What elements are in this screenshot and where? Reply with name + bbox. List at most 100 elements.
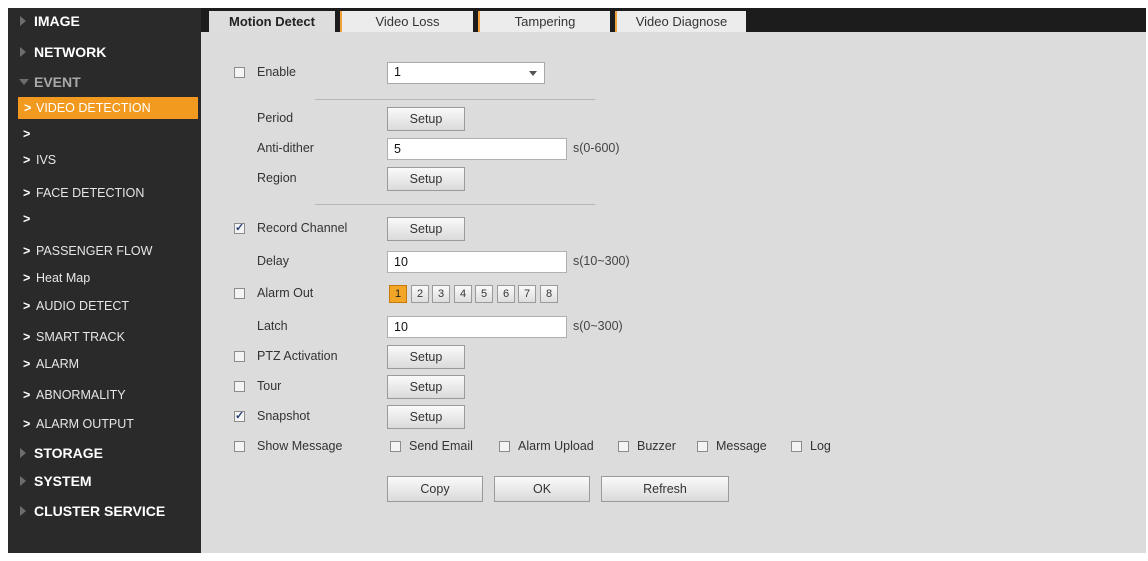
- antidither-input[interactable]: [387, 138, 567, 160]
- alarm-channel-button[interactable]: 3: [432, 285, 450, 303]
- delay-label: Delay: [257, 254, 289, 268]
- collapsed-triangle-icon: [20, 448, 26, 458]
- message-label: Message: [716, 439, 767, 453]
- log-label: Log: [810, 439, 831, 453]
- sidebar-item-label: SMART TRACK: [36, 330, 125, 344]
- enable-label: Enable: [257, 65, 296, 79]
- sidebar-item-unlabeled-2[interactable]: >: [8, 208, 201, 230]
- period-label: Period: [257, 111, 294, 125]
- sidebar-item-passenger-flow[interactable]: > PASSENGER FLOW: [8, 240, 201, 262]
- show-message-label: Show Message: [257, 439, 343, 453]
- snapshot-checkbox[interactable]: [234, 409, 245, 422]
- nav-cluster-service[interactable]: CLUSTER SERVICE: [8, 500, 201, 522]
- sidebar-item-heat-map[interactable]: > Heat Map: [8, 267, 201, 289]
- tab-video-loss[interactable]: Video Loss: [340, 11, 473, 32]
- alarm-channel-button[interactable]: 5: [475, 285, 493, 303]
- alarm-upload-checkbox[interactable]: [499, 441, 510, 452]
- antidither-row: Anti-dither s(0-600): [201, 138, 1146, 162]
- tab-bar: Motion Detect Video Loss Tampering Video…: [201, 8, 1146, 32]
- antidither-label: Anti-dither: [257, 141, 314, 155]
- nav-system[interactable]: SYSTEM: [8, 470, 201, 492]
- ptz-activation-label: PTZ Activation: [257, 349, 338, 363]
- alarm-channel-button[interactable]: 6: [497, 285, 515, 303]
- snapshot-label: Snapshot: [257, 409, 310, 423]
- nav-event[interactable]: EVENT: [8, 71, 201, 93]
- sidebar-item-label: ABNORMALITY: [36, 388, 126, 402]
- buzzer-checkbox[interactable]: [618, 441, 629, 452]
- nav-storage[interactable]: STORAGE: [8, 442, 201, 464]
- nav-image[interactable]: IMAGE: [8, 10, 201, 32]
- tour-setup-button[interactable]: Setup: [387, 375, 465, 399]
- record-channel-label: Record Channel: [257, 221, 348, 235]
- alarm-channel-button[interactable]: 8: [540, 285, 558, 303]
- snapshot-row: Snapshot Setup: [201, 405, 1146, 430]
- record-channel-setup-button[interactable]: Setup: [387, 217, 465, 241]
- sidebar-item-alarm[interactable]: > ALARM: [8, 353, 201, 375]
- log-checkbox[interactable]: [791, 441, 802, 452]
- tour-row: Tour Setup: [201, 375, 1146, 400]
- nav-network-label: NETWORK: [34, 44, 107, 60]
- ok-button[interactable]: OK: [494, 476, 590, 502]
- chevron-right-icon: >: [23, 127, 31, 141]
- sidebar-item-audio-detect[interactable]: > AUDIO DETECT: [8, 295, 201, 317]
- send-email-checkbox[interactable]: [390, 441, 401, 452]
- nav-network[interactable]: NETWORK: [8, 41, 201, 63]
- latch-unit: s(0~300): [573, 319, 623, 333]
- sidebar-item-label: ALARM: [36, 357, 80, 371]
- alarm-channel-button[interactable]: 2: [411, 285, 429, 303]
- alarm-channel-button[interactable]: 1: [389, 285, 407, 303]
- alarm-channel-button[interactable]: 4: [454, 285, 472, 303]
- alarm-out-row: Alarm Out 1 2 3 4 5 6 7 8: [201, 283, 1146, 307]
- app-window: IMAGE NETWORK EVENT > VIDEO DETECTION > …: [8, 8, 1146, 553]
- alarm-upload-label: Alarm Upload: [518, 439, 594, 453]
- chevron-right-icon: >: [23, 271, 31, 285]
- tour-checkbox[interactable]: [234, 381, 245, 392]
- show-message-checkbox[interactable]: [234, 441, 245, 452]
- delay-input[interactable]: [387, 251, 567, 273]
- sidebar-item-ivs[interactable]: > IVS: [8, 149, 201, 171]
- region-setup-button[interactable]: Setup: [387, 167, 465, 191]
- snapshot-setup-button[interactable]: Setup: [387, 405, 465, 429]
- copy-button[interactable]: Copy: [387, 476, 483, 502]
- record-channel-checkbox[interactable]: [234, 221, 245, 234]
- latch-label: Latch: [257, 319, 288, 333]
- sidebar-item-smart-track[interactable]: > SMART TRACK: [8, 326, 201, 348]
- enable-row: Enable 1: [201, 62, 1146, 86]
- tab-video-diagnose[interactable]: Video Diagnose: [615, 11, 746, 32]
- ptz-activation-checkbox[interactable]: [234, 351, 245, 362]
- enable-checkbox[interactable]: [234, 67, 245, 78]
- chevron-down-icon: [526, 67, 540, 79]
- nav-image-label: IMAGE: [34, 13, 80, 29]
- sidebar-item-label: VIDEO DETECTION: [36, 101, 151, 115]
- sidebar-item-label: IVS: [36, 153, 57, 167]
- tab-motion-detect[interactable]: Motion Detect: [209, 11, 335, 32]
- chevron-right-icon: >: [23, 299, 31, 313]
- sidebar-item-unlabeled-1[interactable]: >: [8, 123, 201, 145]
- notifications-row: Show Message Send Email Alarm Upload Buz…: [201, 436, 1146, 460]
- chevron-right-icon: >: [23, 244, 31, 258]
- chevron-right-icon: >: [23, 417, 31, 431]
- chevron-right-icon: >: [23, 330, 31, 344]
- alarm-out-checkbox[interactable]: [234, 288, 245, 299]
- record-channel-row: Record Channel Setup: [201, 217, 1146, 242]
- channel-select[interactable]: 1: [387, 62, 545, 84]
- latch-input[interactable]: [387, 316, 567, 338]
- tour-label: Tour: [257, 379, 282, 393]
- sidebar-item-alarm-output[interactable]: > ALARM OUTPUT: [8, 413, 201, 435]
- ptz-setup-button[interactable]: Setup: [387, 345, 465, 369]
- sidebar-item-abnormality[interactable]: > ABNORMALITY: [8, 384, 201, 406]
- collapsed-triangle-icon: [20, 506, 26, 516]
- sidebar-item-face-detection[interactable]: > FACE DETECTION: [8, 182, 201, 204]
- sidebar-item-video-detection[interactable]: > VIDEO DETECTION: [18, 97, 198, 119]
- divider: [315, 204, 595, 205]
- message-checkbox[interactable]: [697, 441, 708, 452]
- period-setup-button[interactable]: Setup: [387, 107, 465, 131]
- sidebar-item-label: PASSENGER FLOW: [36, 244, 153, 258]
- refresh-button[interactable]: Refresh: [601, 476, 729, 502]
- alarm-channel-button[interactable]: 7: [518, 285, 536, 303]
- chevron-right-icon: >: [24, 101, 32, 115]
- latch-row: Latch s(0~300): [201, 316, 1146, 340]
- channel-select-value: 1: [394, 65, 401, 79]
- sidebar-item-label: AUDIO DETECT: [36, 299, 130, 313]
- tab-tampering[interactable]: Tampering: [478, 11, 610, 32]
